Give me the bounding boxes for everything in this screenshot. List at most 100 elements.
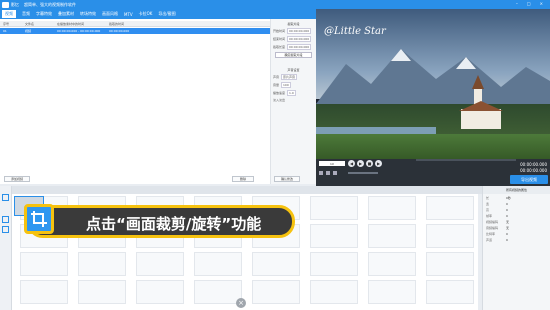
tool-cut-icon[interactable] bbox=[2, 194, 9, 201]
timeline-cell[interactable] bbox=[310, 280, 358, 304]
menu-style[interactable]: 画面风格 bbox=[102, 11, 118, 17]
timeline-cell[interactable] bbox=[368, 224, 416, 248]
cell-time-range: 00:00:00.000 - 00:00:00.000 bbox=[57, 29, 101, 33]
timeline-cell[interactable] bbox=[368, 252, 416, 276]
confirm-edit-button[interactable]: 确认修改 bbox=[274, 176, 300, 182]
speed-selector[interactable]: 1X bbox=[319, 161, 345, 166]
app-logo-icon bbox=[2, 1, 9, 8]
preview-watermark: @Little Star bbox=[324, 26, 386, 37]
timeline-cell[interactable] bbox=[252, 252, 300, 276]
tool-rotate-icon[interactable] bbox=[2, 216, 9, 223]
timeline-cell[interactable] bbox=[310, 224, 358, 248]
cell-filename: 视频 bbox=[25, 29, 32, 33]
timeline-cell[interactable] bbox=[20, 252, 68, 276]
timeline-cell[interactable] bbox=[78, 252, 126, 276]
prop-row: 视频编码 无 bbox=[486, 220, 547, 224]
snapshot-icon[interactable] bbox=[319, 171, 323, 175]
sound-select[interactable]: 原片声音 bbox=[281, 74, 298, 80]
table-row[interactable]: 01 视频 00:00:00.000 - 00:00:00.000 00:00:… bbox=[0, 28, 270, 34]
prop-key: 高 bbox=[486, 208, 490, 212]
church-roof bbox=[459, 101, 503, 111]
timeline-cell[interactable] bbox=[78, 280, 126, 304]
timeline-cell[interactable] bbox=[368, 196, 416, 220]
col-index: 序号 bbox=[3, 21, 10, 26]
crop-rotate-icon[interactable] bbox=[24, 204, 54, 234]
delete-button[interactable]: 删除 bbox=[232, 176, 254, 182]
prop-value: 0 bbox=[506, 208, 508, 212]
tutorial-callout: 点击“画面裁剪/旋转”功能 bbox=[24, 204, 295, 238]
end-time-row: 结束时间 00:00:00.000 bbox=[273, 36, 314, 42]
timeline-cell[interactable] bbox=[194, 280, 242, 304]
timeline-cell[interactable] bbox=[194, 252, 242, 276]
stop-icon[interactable]: ■ bbox=[366, 160, 373, 167]
prop-key: 帧率 bbox=[486, 214, 493, 218]
timeline-cell[interactable] bbox=[426, 224, 474, 248]
timeline-cell[interactable] bbox=[426, 252, 474, 276]
fade-label: 淡入淡出 bbox=[273, 98, 286, 102]
timeline-cell[interactable] bbox=[310, 196, 358, 220]
minimize-icon[interactable]: – bbox=[516, 1, 518, 6]
prev-icon[interactable]: ◀ bbox=[348, 160, 355, 167]
play-icon[interactable]: ▶ bbox=[357, 160, 364, 167]
menu-karaoke[interactable]: 卡拉OK bbox=[139, 11, 153, 17]
prop-row: 比特率 0 bbox=[486, 232, 547, 236]
side-toolbar bbox=[0, 186, 12, 310]
collapse-icon[interactable]: × bbox=[236, 298, 246, 308]
speed-label: 播放速度 bbox=[273, 91, 286, 95]
menu-overlay[interactable]: 叠加素材 bbox=[58, 11, 74, 17]
col-time-in-material: 在播放素材中的时间 bbox=[57, 21, 85, 26]
timeline-ruler bbox=[0, 186, 550, 194]
timeline-cell[interactable] bbox=[136, 252, 184, 276]
prop-key: 比特率 bbox=[486, 232, 496, 236]
church-spire bbox=[472, 75, 484, 89]
clip-settings-panel: 截取片段 开始时间 00:00:00.000 结束时间 00:00:00.000… bbox=[270, 19, 316, 184]
fade-row[interactable]: 淡入淡出 bbox=[273, 98, 314, 102]
progress-bar[interactable] bbox=[416, 159, 516, 161]
timeline-cell[interactable] bbox=[368, 280, 416, 304]
timeline-cell[interactable] bbox=[426, 280, 474, 304]
prop-key: 声道 bbox=[486, 238, 493, 242]
window-controls: – □ × bbox=[516, 1, 548, 6]
close-icon[interactable]: × bbox=[540, 1, 543, 6]
next-icon[interactable]: ▶ bbox=[375, 160, 382, 167]
prop-row: 宽0 bbox=[486, 202, 547, 206]
prop-row: 帧率 0 bbox=[486, 214, 547, 218]
prop-value: 0 bbox=[506, 238, 508, 242]
timeline-cell[interactable] bbox=[136, 280, 184, 304]
menu-subtitles[interactable]: 字幕特效 bbox=[36, 11, 52, 17]
cell-index: 01 bbox=[3, 29, 7, 33]
timeline-cell[interactable] bbox=[252, 280, 300, 304]
timeline-cell[interactable] bbox=[20, 280, 68, 304]
prop-key: 宽 bbox=[486, 202, 490, 206]
menu-mtv[interactable]: MTV bbox=[124, 12, 133, 17]
end-time-label: 结束时间 bbox=[273, 37, 286, 41]
timeline-cell[interactable] bbox=[310, 252, 358, 276]
volume-slider[interactable] bbox=[348, 172, 378, 174]
volume-input[interactable]: 100 bbox=[281, 82, 291, 88]
speed-input[interactable]: 1.0 bbox=[287, 90, 296, 96]
app-name: 影忆 bbox=[11, 1, 19, 7]
sound-label: 声音 bbox=[273, 75, 280, 79]
start-time-input[interactable]: 00:00:00.000 bbox=[287, 28, 312, 34]
menu-transitions[interactable]: 转场特效 bbox=[80, 11, 96, 17]
timeline-cell[interactable] bbox=[426, 196, 474, 220]
fullscreen-icon[interactable] bbox=[333, 171, 337, 175]
prop-value: 无 bbox=[506, 226, 510, 230]
confirm-clip-button[interactable]: 确定截取片段 bbox=[275, 52, 312, 58]
prop-row: 声道 0 bbox=[486, 238, 547, 242]
add-video-button[interactable]: 添加视频 bbox=[4, 176, 30, 182]
clip-length-label: 截取长度 bbox=[273, 45, 286, 49]
menu-audio[interactable]: 音频 bbox=[22, 11, 30, 17]
folder-icon[interactable] bbox=[326, 171, 330, 175]
end-time-input[interactable]: 00:00:00.000 bbox=[287, 36, 312, 42]
maximize-icon[interactable]: □ bbox=[527, 1, 531, 6]
crop-icon bbox=[31, 211, 47, 227]
prop-row: 高0 bbox=[486, 208, 547, 212]
sound-row: 声音 原片声音 bbox=[273, 74, 314, 80]
tool-copy-icon[interactable] bbox=[2, 226, 9, 233]
menu-export[interactable]: 导出/截图 bbox=[158, 11, 175, 17]
export-video-button[interactable]: 导出视频 bbox=[510, 175, 548, 184]
prop-key: 视频编码 bbox=[486, 220, 499, 224]
menu-video[interactable]: 视频 bbox=[2, 10, 16, 18]
prop-row: 长 0秒 bbox=[486, 196, 547, 200]
